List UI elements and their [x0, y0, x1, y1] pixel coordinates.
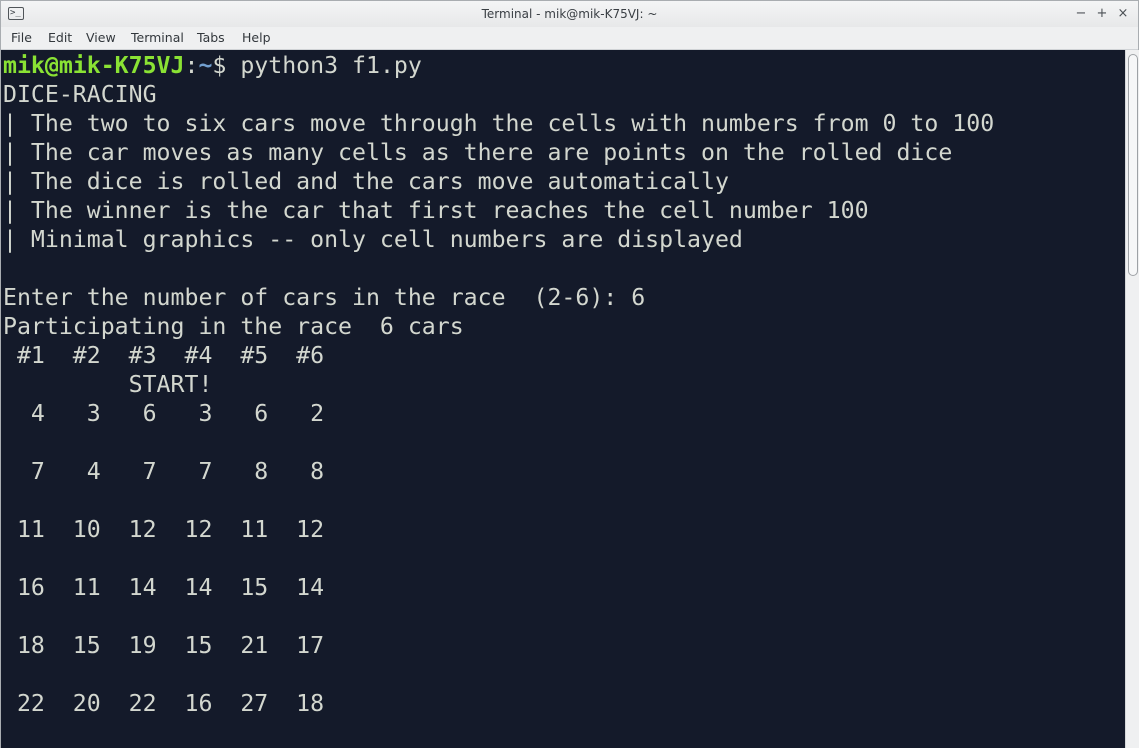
scrollbar-thumb[interactable] — [1128, 54, 1138, 276]
terminal-output[interactable]: mik@mik-K75VJ:~$ python3 f1.py DICE-RACI… — [1, 50, 1125, 748]
output-line: | The car moves as many cells as there a… — [3, 139, 953, 166]
output-line: 7 4 7 7 8 8 — [3, 458, 325, 485]
prompt-command: python3 f1.py — [240, 52, 422, 79]
prompt-line: mik@mik-K75VJ:~$ python3 f1.py — [3, 51, 422, 80]
output-line: Enter the number of cars in the race (2-… — [3, 284, 646, 311]
output-line: | The winner is the car that first reach… — [3, 197, 869, 224]
maximize-icon[interactable]: + — [1093, 5, 1111, 23]
prompt-separator: : — [184, 52, 199, 79]
menu-edit[interactable]: Edit — [48, 27, 72, 49]
output-line: 22 20 22 16 27 18 — [3, 690, 325, 717]
terminal-window: >_ Terminal - mik@mik-K75VJ: ~ − + × Fil… — [0, 0, 1139, 748]
output-line: 16 11 14 14 15 14 — [3, 574, 325, 601]
output-line: 11 10 12 12 11 12 — [3, 516, 325, 543]
title-bar[interactable]: >_ Terminal - mik@mik-K75VJ: ~ − + × — [1, 1, 1138, 27]
output-line: 18 15 19 15 21 17 — [3, 632, 325, 659]
output-line: | The dice is rolled and the cars move a… — [3, 168, 729, 195]
output-line: | The two to six cars move through the c… — [3, 110, 995, 137]
menu-file[interactable]: File — [11, 27, 32, 49]
close-icon[interactable]: × — [1114, 5, 1132, 23]
menu-terminal[interactable]: Terminal — [131, 27, 184, 49]
prompt-path: ~ — [198, 52, 213, 79]
prompt-symbol: $ — [212, 52, 241, 79]
output-line: Participating in the race 6 cars — [3, 313, 464, 340]
output-line: 4 3 6 3 6 2 — [3, 400, 325, 427]
minimize-icon[interactable]: − — [1072, 5, 1090, 23]
output-line: START! — [3, 371, 213, 398]
output-line: | Minimal graphics -- only cell numbers … — [3, 226, 743, 253]
menu-tabs[interactable]: Tabs — [197, 27, 225, 49]
menu-view[interactable]: View — [86, 27, 116, 49]
window-title: Terminal - mik@mik-K75VJ: ~ — [481, 7, 658, 21]
menu-help[interactable]: Help — [242, 27, 271, 49]
menu-bar: File Edit View Terminal Tabs Help — [1, 27, 1138, 50]
output-line: #1 #2 #3 #4 #5 #6 — [3, 342, 325, 369]
output-line: DICE-RACING — [3, 81, 157, 108]
scrollbar[interactable] — [1125, 50, 1139, 748]
prompt-user-host: mik@mik-K75VJ — [3, 52, 185, 79]
